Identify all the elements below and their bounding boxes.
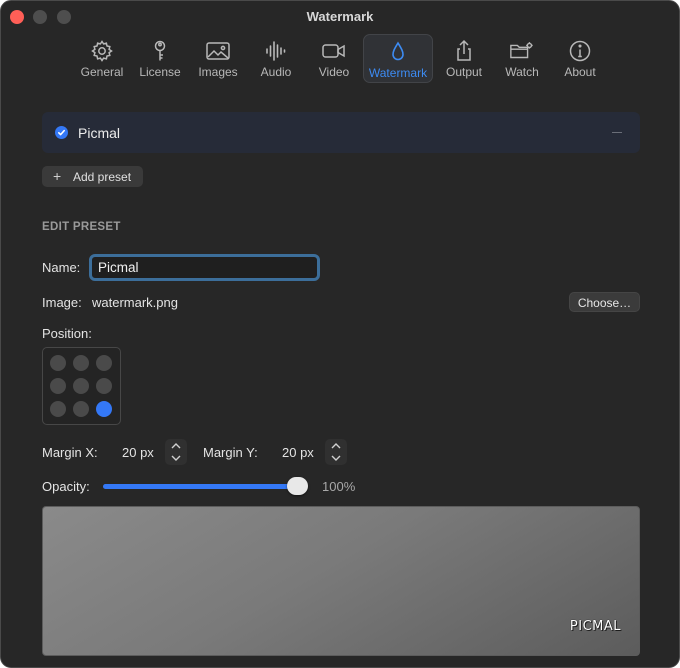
margin-x-value: 20 px xyxy=(122,445,154,460)
gear-icon xyxy=(89,38,115,64)
section-heading: EDIT PRESET xyxy=(42,221,121,233)
margin-x-stepper[interactable] xyxy=(165,439,187,465)
opacity-slider-fill xyxy=(103,484,298,489)
opacity-slider[interactable] xyxy=(103,484,308,489)
share-icon xyxy=(451,38,477,64)
image-label: Image: xyxy=(42,295,82,310)
position-label: Position: xyxy=(42,326,92,341)
margin-y-value: 20 px xyxy=(282,445,314,460)
opacity-slider-knob[interactable] xyxy=(287,477,308,495)
position-middle-left[interactable] xyxy=(50,378,66,394)
chevron-down-icon[interactable] xyxy=(165,452,187,465)
plus-icon: + xyxy=(53,168,62,184)
position-bottom-left[interactable] xyxy=(50,401,66,417)
margin-y-stepper[interactable] xyxy=(325,439,347,465)
image-filename: watermark.png xyxy=(92,295,178,310)
tab-label: Watch xyxy=(505,65,539,79)
chevron-down-icon[interactable] xyxy=(325,452,347,465)
margin-x-label: Margin X: xyxy=(42,445,98,460)
position-middle-right[interactable] xyxy=(96,378,112,394)
window-title: Watermark xyxy=(306,9,374,24)
opacity-value: 100% xyxy=(322,479,356,494)
add-preset-label: Add preset xyxy=(73,170,132,184)
position-bottom-right[interactable] xyxy=(96,401,112,417)
position-grid xyxy=(42,347,121,425)
info-icon xyxy=(567,38,593,64)
tab-label: General xyxy=(80,65,124,79)
position-bottom-center[interactable] xyxy=(73,401,89,417)
position-top-center[interactable] xyxy=(73,355,89,371)
opacity-label: Opacity: xyxy=(42,479,90,494)
chevron-up-icon[interactable] xyxy=(325,439,347,452)
preferences-toolbar: General License Images Audio Video Water… xyxy=(1,34,679,84)
folder-gear-icon xyxy=(509,38,535,64)
chevron-up-icon[interactable] xyxy=(165,439,187,452)
position-top-right[interactable] xyxy=(96,355,112,371)
tab-label: Images xyxy=(198,65,238,79)
waveform-icon xyxy=(263,38,289,64)
preset-list-item[interactable]: Picmal xyxy=(42,112,640,153)
tab-video[interactable]: Video xyxy=(299,34,369,83)
watermark-preview: PICMAL xyxy=(42,506,640,656)
tab-label: License xyxy=(139,65,181,79)
margin-y-label: Margin Y: xyxy=(203,445,258,460)
checkmark-icon xyxy=(55,126,68,139)
position-center[interactable] xyxy=(73,378,89,394)
tab-label: Watermark xyxy=(368,66,428,80)
choose-image-button[interactable]: Choose… xyxy=(569,292,640,312)
watermark-text: PICMAL xyxy=(569,619,621,634)
name-label: Name: xyxy=(42,260,81,275)
remove-preset-button[interactable] xyxy=(612,132,622,133)
tab-watermark[interactable]: Watermark xyxy=(363,34,433,83)
tab-label: Video xyxy=(318,65,350,79)
position-top-left[interactable] xyxy=(50,355,66,371)
tab-label: Audio xyxy=(260,65,292,79)
tab-about[interactable]: About xyxy=(545,34,615,83)
tab-label: Output xyxy=(445,65,483,79)
preset-name-field[interactable] xyxy=(89,254,320,281)
key-icon xyxy=(147,38,173,64)
drop-icon xyxy=(385,39,411,65)
preferences-window: Watermark General License Images Audio V… xyxy=(0,0,680,668)
preset-name: Picmal xyxy=(78,125,121,141)
add-preset-button[interactable]: + Add preset xyxy=(42,166,143,187)
video-camera-icon xyxy=(321,38,347,64)
title-bar: Watermark xyxy=(1,1,679,33)
photo-icon xyxy=(205,38,231,64)
tab-label: About xyxy=(564,65,596,79)
